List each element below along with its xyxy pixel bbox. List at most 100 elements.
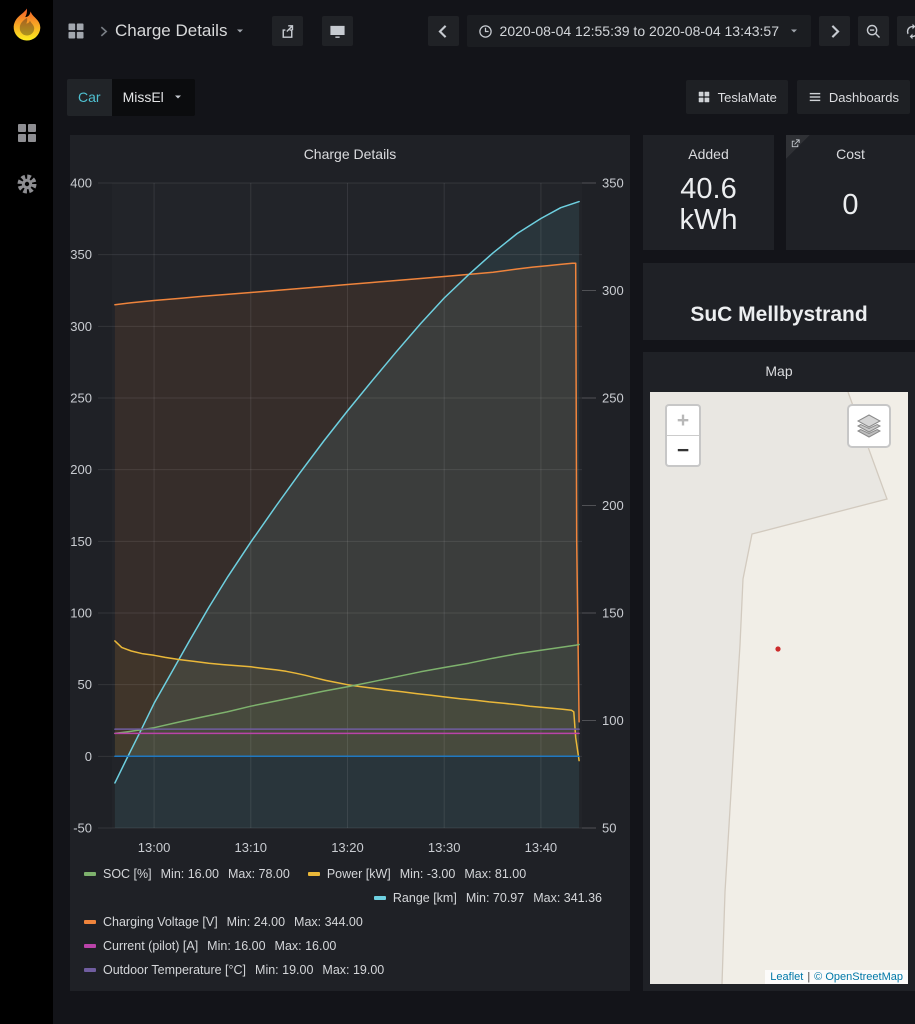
share-dashboard-button[interactable] — [272, 16, 303, 46]
car-variable-value: MissEl — [123, 89, 164, 105]
legend-min-value: Min: -3.00 — [400, 867, 456, 881]
chart-panel-title[interactable]: Charge Details — [70, 135, 630, 167]
panel-link-corner[interactable] — [786, 135, 810, 159]
axis-tick-label: 350 — [602, 176, 624, 191]
legend-item[interactable]: SOC [%]Min: 16.00Max: 78.00 — [84, 866, 290, 883]
time-range-back-button[interactable] — [428, 16, 459, 46]
dashboard-grid-icon[interactable] — [66, 21, 86, 41]
legend-row: SOC [%]Min: 16.00Max: 78.00 Power [kW] Min… — [84, 866, 620, 883]
axis-tick-label: 0 — [85, 749, 92, 764]
legend-series-label: Power [kW] — [327, 867, 391, 881]
legend-color-marker — [84, 944, 96, 948]
map-zoom-control: + − — [665, 404, 701, 467]
legend-max-value: Max: 16.00 — [275, 939, 337, 953]
sidebar — [0, 0, 53, 1024]
axis-tick-label: -50 — [73, 821, 92, 836]
legend-item[interactable]: Power [kW]Min: -3.00Max: 81.00 — [308, 866, 526, 883]
legend-max-value: Max: 344.00 — [294, 915, 363, 929]
legend-item[interactable]: Current (pilot) [A] Min: 16.00 Max: 16.00 — [84, 938, 336, 955]
car-variable: Car MissEl — [67, 79, 195, 116]
magnifier-minus-icon — [865, 23, 882, 40]
legend-min-value: Min: 24.00 — [227, 915, 285, 929]
variable-caret-down-icon — [172, 91, 184, 103]
axis-tick-label: 400 — [70, 176, 92, 191]
legend-row: Charging Voltage [V] Min: 24.00 Max: 344.0… — [84, 914, 620, 931]
axis-tick-label: 300 — [602, 283, 624, 298]
map-layers-button[interactable] — [847, 404, 891, 448]
legend-item[interactable]: Range [km] Min: 70.97 Max: 341.36 — [374, 890, 602, 907]
legend-series-label: Current (pilot) [A] — [103, 939, 198, 953]
map-panel: Map + − Leaflet | © OpenStreetMap — [643, 352, 915, 991]
leaflet-map[interactable]: + − Leaflet | © OpenStreetMap — [650, 392, 908, 984]
legend-max-value: Max: 341.36 — [533, 891, 602, 905]
dashboards-nav-icon[interactable] — [15, 121, 39, 145]
added-panel-title[interactable]: Added — [643, 135, 774, 167]
refresh-icon — [904, 23, 915, 40]
legend-item[interactable]: Charging Voltage [V] Min: 24.00 Max: 344.0… — [84, 914, 363, 931]
axis-tick-label: 100 — [70, 606, 92, 621]
location-panel: SuC Mellbystrand — [643, 263, 915, 340]
tv-mode-button[interactable] — [322, 16, 353, 46]
legend-min-value: Min: 16.00 — [207, 939, 265, 953]
share-icon — [279, 23, 296, 40]
map-attribution: Leaflet | © OpenStreetMap — [765, 970, 908, 984]
legend-color-marker — [374, 896, 386, 900]
map-panel-title[interactable]: Map — [643, 352, 915, 384]
axis-tick-label: 150 — [602, 606, 624, 621]
legend-series-label: Range [km] — [393, 891, 457, 905]
attribution-separator: | — [807, 971, 810, 983]
grafana-logo-icon[interactable] — [9, 7, 45, 49]
dashboard-links: TeslaMate Dashboards — [686, 80, 910, 114]
charge-location-marker — [775, 646, 780, 651]
time-caret-down-icon — [788, 25, 800, 37]
time-range-text: 2020-08-04 12:55:39 to 2020-08-04 13:43:… — [500, 23, 779, 39]
dashboards-link[interactable]: Dashboards — [797, 80, 910, 114]
axis-tick-label: 13:30 — [428, 840, 461, 855]
openstreetmap-link[interactable]: © OpenStreetMap — [814, 971, 903, 983]
teslamate-link[interactable]: TeslaMate — [686, 80, 788, 114]
refresh-button[interactable] — [897, 16, 915, 46]
location-panel-spacer — [643, 263, 915, 295]
layers-icon — [856, 413, 882, 439]
axis-tick-label: 13:40 — [525, 840, 558, 855]
gear-icon[interactable] — [15, 172, 39, 196]
legend-min-value: Min: 70.97 — [466, 891, 524, 905]
location-name: SuC Mellbystrand — [690, 303, 867, 327]
time-range-forward-button[interactable] — [819, 16, 850, 46]
map-zoom-in-button[interactable]: + — [667, 406, 699, 435]
added-panel: Added 40.6 kWh — [643, 135, 774, 250]
cost-value: 0 — [786, 167, 915, 243]
time-controls: 2020-08-04 12:55:39 to 2020-08-04 13:43:… — [428, 15, 915, 47]
legend-series-label: Charging Voltage [V] — [103, 915, 218, 929]
chevron-left-icon — [435, 23, 452, 40]
charge-details-chart[interactable]: 400350300250200150100500-503503002502001… — [70, 165, 630, 865]
time-range-picker[interactable]: 2020-08-04 12:55:39 to 2020-08-04 13:43:… — [467, 15, 811, 47]
clock-icon — [478, 24, 493, 39]
legend-max-value: Max: 19.00 — [322, 963, 384, 977]
legend-color-marker — [84, 872, 96, 876]
legend-color-marker — [308, 872, 320, 876]
legend-color-marker — [84, 920, 96, 924]
map-zoom-out-button[interactable]: − — [667, 436, 699, 465]
dashboard-submenu: Car MissEl TeslaMate Dashboards — [53, 75, 915, 119]
top-navbar: Charge Details 2020-08-04 12:55:39 to 20… — [53, 0, 915, 62]
legend-item[interactable]: Outdoor Temperature [°C]Min: 19.00Max: 1… — [84, 962, 384, 979]
leaflet-link[interactable]: Leaflet — [770, 971, 803, 983]
car-variable-label: Car — [67, 79, 112, 116]
charge-location-value: SuC Mellbystrand — [643, 295, 915, 335]
page-title[interactable]: Charge Details — [115, 21, 227, 41]
axis-tick-label: 13:00 — [138, 840, 171, 855]
chart-legend: SOC [%]Min: 16.00Max: 78.00 Power [kW] Min… — [84, 866, 620, 986]
title-caret-down-icon[interactable] — [234, 25, 246, 37]
breadcrumb-chevron-icon — [97, 25, 110, 38]
axis-tick-label: 250 — [70, 391, 92, 406]
legend-series-label: Outdoor Temperature [°C] — [103, 963, 246, 977]
added-value: 40.6 kWh — [643, 167, 774, 243]
car-variable-dropdown[interactable]: MissEl — [112, 79, 195, 116]
zoom-out-time-button[interactable] — [858, 16, 889, 46]
axis-tick-label: 250 — [602, 391, 624, 406]
cost-panel: Cost 0 — [786, 135, 915, 250]
added-value-number: 40.6 — [680, 174, 736, 205]
axis-tick-label: 150 — [70, 534, 92, 549]
map-tiles — [650, 392, 908, 984]
